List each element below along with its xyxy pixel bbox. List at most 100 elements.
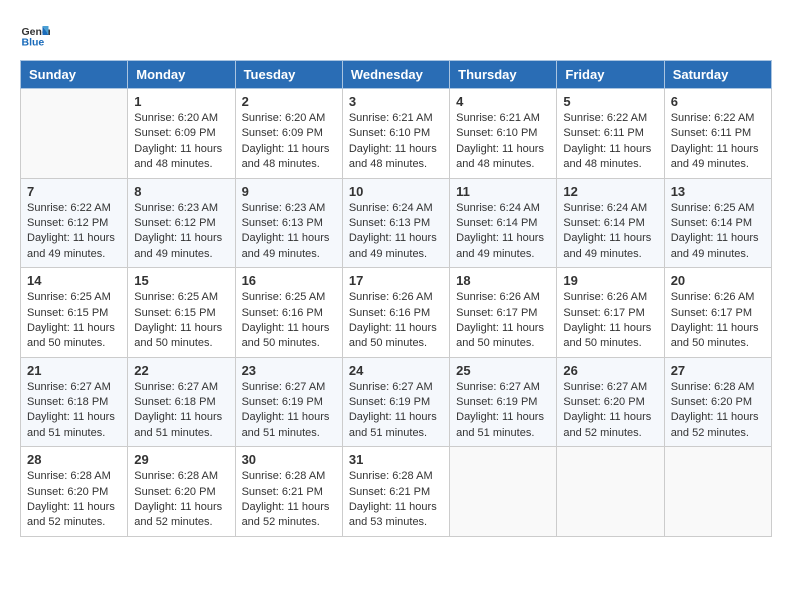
day-number: 23 (242, 363, 336, 378)
calendar-cell: 13 Sunrise: 6:25 AMSunset: 6:14 PMDaylig… (664, 178, 771, 268)
day-number: 1 (134, 94, 228, 109)
calendar-cell: 1 Sunrise: 6:20 AMSunset: 6:09 PMDayligh… (128, 89, 235, 179)
calendar-cell: 2 Sunrise: 6:20 AMSunset: 6:09 PMDayligh… (235, 89, 342, 179)
day-info: Sunrise: 6:22 AMSunset: 6:12 PMDaylight:… (27, 201, 121, 263)
day-number: 10 (349, 184, 443, 199)
day-info: Sunrise: 6:22 AMSunset: 6:11 PMDaylight:… (671, 111, 765, 173)
day-info: Sunrise: 6:26 AMSunset: 6:17 PMDaylight:… (563, 290, 657, 352)
day-number: 9 (242, 184, 336, 199)
day-info: Sunrise: 6:27 AMSunset: 6:18 PMDaylight:… (134, 380, 228, 442)
day-info: Sunrise: 6:20 AMSunset: 6:09 PMDaylight:… (242, 111, 336, 173)
calendar-cell: 20 Sunrise: 6:26 AMSunset: 6:17 PMDaylig… (664, 268, 771, 358)
header-saturday: Saturday (664, 61, 771, 89)
calendar-cell: 27 Sunrise: 6:28 AMSunset: 6:20 PMDaylig… (664, 357, 771, 447)
day-info: Sunrise: 6:27 AMSunset: 6:19 PMDaylight:… (242, 380, 336, 442)
day-number: 26 (563, 363, 657, 378)
calendar-week-row: 7 Sunrise: 6:22 AMSunset: 6:12 PMDayligh… (21, 178, 772, 268)
calendar-week-row: 21 Sunrise: 6:27 AMSunset: 6:18 PMDaylig… (21, 357, 772, 447)
day-info: Sunrise: 6:23 AMSunset: 6:13 PMDaylight:… (242, 201, 336, 263)
calendar-cell: 29 Sunrise: 6:28 AMSunset: 6:20 PMDaylig… (128, 447, 235, 537)
day-number: 25 (456, 363, 550, 378)
calendar-cell: 8 Sunrise: 6:23 AMSunset: 6:12 PMDayligh… (128, 178, 235, 268)
calendar-cell: 14 Sunrise: 6:25 AMSunset: 6:15 PMDaylig… (21, 268, 128, 358)
day-number: 29 (134, 452, 228, 467)
day-number: 22 (134, 363, 228, 378)
calendar-cell: 30 Sunrise: 6:28 AMSunset: 6:21 PMDaylig… (235, 447, 342, 537)
day-info: Sunrise: 6:20 AMSunset: 6:09 PMDaylight:… (134, 111, 228, 173)
calendar-cell (450, 447, 557, 537)
day-info: Sunrise: 6:28 AMSunset: 6:20 PMDaylight:… (134, 469, 228, 531)
calendar-cell (21, 89, 128, 179)
day-number: 27 (671, 363, 765, 378)
calendar-cell: 6 Sunrise: 6:22 AMSunset: 6:11 PMDayligh… (664, 89, 771, 179)
day-number: 17 (349, 273, 443, 288)
calendar-cell (664, 447, 771, 537)
day-number: 21 (27, 363, 121, 378)
day-info: Sunrise: 6:28 AMSunset: 6:21 PMDaylight:… (242, 469, 336, 531)
calendar-cell: 7 Sunrise: 6:22 AMSunset: 6:12 PMDayligh… (21, 178, 128, 268)
calendar-cell: 24 Sunrise: 6:27 AMSunset: 6:19 PMDaylig… (342, 357, 449, 447)
calendar-cell: 12 Sunrise: 6:24 AMSunset: 6:14 PMDaylig… (557, 178, 664, 268)
calendar-cell: 21 Sunrise: 6:27 AMSunset: 6:18 PMDaylig… (21, 357, 128, 447)
day-info: Sunrise: 6:23 AMSunset: 6:12 PMDaylight:… (134, 201, 228, 263)
day-info: Sunrise: 6:27 AMSunset: 6:19 PMDaylight:… (456, 380, 550, 442)
day-number: 19 (563, 273, 657, 288)
calendar-cell: 18 Sunrise: 6:26 AMSunset: 6:17 PMDaylig… (450, 268, 557, 358)
day-info: Sunrise: 6:28 AMSunset: 6:21 PMDaylight:… (349, 469, 443, 531)
day-number: 28 (27, 452, 121, 467)
day-info: Sunrise: 6:26 AMSunset: 6:17 PMDaylight:… (456, 290, 550, 352)
logo-icon: General Blue (20, 20, 50, 50)
day-number: 31 (349, 452, 443, 467)
calendar-cell: 26 Sunrise: 6:27 AMSunset: 6:20 PMDaylig… (557, 357, 664, 447)
day-number: 13 (671, 184, 765, 199)
calendar-cell: 31 Sunrise: 6:28 AMSunset: 6:21 PMDaylig… (342, 447, 449, 537)
svg-text:Blue: Blue (22, 37, 45, 49)
day-info: Sunrise: 6:21 AMSunset: 6:10 PMDaylight:… (349, 111, 443, 173)
calendar-cell: 10 Sunrise: 6:24 AMSunset: 6:13 PMDaylig… (342, 178, 449, 268)
day-number: 30 (242, 452, 336, 467)
day-number: 16 (242, 273, 336, 288)
logo: General Blue (20, 20, 54, 50)
day-info: Sunrise: 6:27 AMSunset: 6:19 PMDaylight:… (349, 380, 443, 442)
header-wednesday: Wednesday (342, 61, 449, 89)
header-monday: Monday (128, 61, 235, 89)
day-info: Sunrise: 6:25 AMSunset: 6:16 PMDaylight:… (242, 290, 336, 352)
calendar-cell: 23 Sunrise: 6:27 AMSunset: 6:19 PMDaylig… (235, 357, 342, 447)
calendar-cell: 17 Sunrise: 6:26 AMSunset: 6:16 PMDaylig… (342, 268, 449, 358)
calendar-cell (557, 447, 664, 537)
day-info: Sunrise: 6:26 AMSunset: 6:17 PMDaylight:… (671, 290, 765, 352)
day-number: 2 (242, 94, 336, 109)
calendar-cell: 4 Sunrise: 6:21 AMSunset: 6:10 PMDayligh… (450, 89, 557, 179)
day-info: Sunrise: 6:25 AMSunset: 6:15 PMDaylight:… (27, 290, 121, 352)
calendar-cell: 16 Sunrise: 6:25 AMSunset: 6:16 PMDaylig… (235, 268, 342, 358)
day-info: Sunrise: 6:28 AMSunset: 6:20 PMDaylight:… (671, 380, 765, 442)
calendar-header-row: SundayMondayTuesdayWednesdayThursdayFrid… (21, 61, 772, 89)
day-info: Sunrise: 6:27 AMSunset: 6:20 PMDaylight:… (563, 380, 657, 442)
day-info: Sunrise: 6:25 AMSunset: 6:14 PMDaylight:… (671, 201, 765, 263)
day-info: Sunrise: 6:27 AMSunset: 6:18 PMDaylight:… (27, 380, 121, 442)
header-friday: Friday (557, 61, 664, 89)
calendar-cell: 19 Sunrise: 6:26 AMSunset: 6:17 PMDaylig… (557, 268, 664, 358)
calendar-table: SundayMondayTuesdayWednesdayThursdayFrid… (20, 60, 772, 537)
day-info: Sunrise: 6:24 AMSunset: 6:14 PMDaylight:… (456, 201, 550, 263)
day-number: 20 (671, 273, 765, 288)
day-info: Sunrise: 6:26 AMSunset: 6:16 PMDaylight:… (349, 290, 443, 352)
page-header: General Blue (20, 20, 772, 50)
calendar-cell: 11 Sunrise: 6:24 AMSunset: 6:14 PMDaylig… (450, 178, 557, 268)
day-number: 14 (27, 273, 121, 288)
day-number: 12 (563, 184, 657, 199)
calendar-cell: 5 Sunrise: 6:22 AMSunset: 6:11 PMDayligh… (557, 89, 664, 179)
day-info: Sunrise: 6:28 AMSunset: 6:20 PMDaylight:… (27, 469, 121, 531)
calendar-cell: 22 Sunrise: 6:27 AMSunset: 6:18 PMDaylig… (128, 357, 235, 447)
day-info: Sunrise: 6:21 AMSunset: 6:10 PMDaylight:… (456, 111, 550, 173)
day-number: 4 (456, 94, 550, 109)
day-info: Sunrise: 6:22 AMSunset: 6:11 PMDaylight:… (563, 111, 657, 173)
day-number: 18 (456, 273, 550, 288)
calendar-cell: 3 Sunrise: 6:21 AMSunset: 6:10 PMDayligh… (342, 89, 449, 179)
day-info: Sunrise: 6:24 AMSunset: 6:14 PMDaylight:… (563, 201, 657, 263)
day-number: 24 (349, 363, 443, 378)
calendar-week-row: 14 Sunrise: 6:25 AMSunset: 6:15 PMDaylig… (21, 268, 772, 358)
calendar-week-row: 1 Sunrise: 6:20 AMSunset: 6:09 PMDayligh… (21, 89, 772, 179)
day-number: 11 (456, 184, 550, 199)
calendar-cell: 25 Sunrise: 6:27 AMSunset: 6:19 PMDaylig… (450, 357, 557, 447)
